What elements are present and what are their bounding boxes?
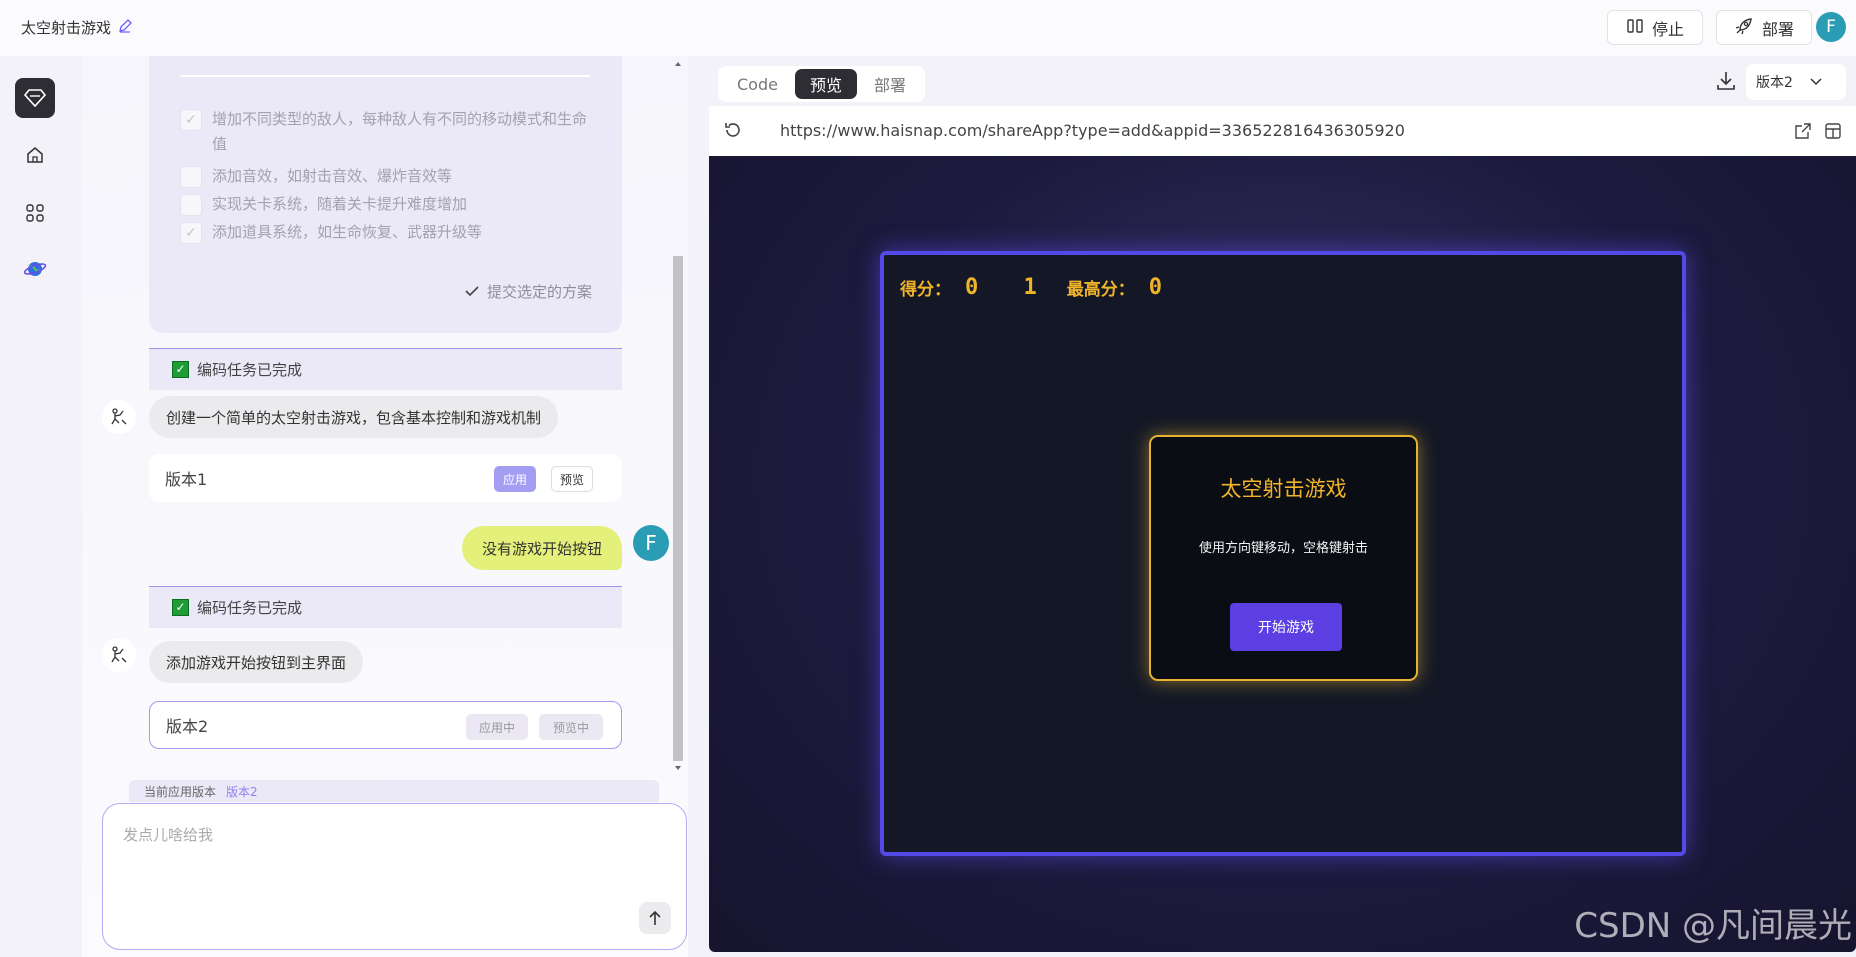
task-complete-banner: ✓ 编码任务已完成	[149, 348, 622, 390]
tab-code[interactable]: Code	[722, 69, 793, 99]
bot-message: 创建一个简单的太空射击游戏，包含基本控制和游戏机制	[149, 396, 559, 438]
version-select[interactable]: 版本2	[1746, 64, 1846, 100]
score-display: 得分： 0 1 最高分： 0	[900, 275, 1178, 300]
apply-button[interactable]: 应用中	[466, 714, 528, 740]
diamond-icon[interactable]	[15, 78, 55, 118]
chat-scrollbar[interactable]	[671, 56, 683, 776]
stop-button[interactable]: 停止	[1607, 10, 1703, 45]
check-icon	[465, 283, 479, 301]
app-title-text: 太空射击游戏	[21, 19, 112, 37]
chat-panel: ✓ 增加不同类型的敌人，每种敌人有不同的移动模式和生命值 添加音效，如射击音效、…	[82, 56, 688, 957]
user-avatar[interactable]: F	[1816, 12, 1846, 42]
scroll-down-icon[interactable]	[673, 764, 683, 772]
arrow-up-icon	[649, 910, 661, 925]
score-value: 0 1	[965, 275, 1053, 300]
tab-preview[interactable]: 预览	[794, 69, 857, 99]
address-bar: https://www.haisnap.com/shareApp?type=ad…	[709, 106, 1856, 156]
game-instructions: 使用方向键移动，空格键射击	[1198, 541, 1368, 556]
view-tabs: Code 预览 部署	[718, 66, 925, 102]
high-score-value: 0	[1148, 275, 1178, 300]
plan-item-label: 添加道具系统，如生命恢复、武器升级等	[212, 223, 483, 241]
app-title: 太空射击游戏	[21, 17, 133, 38]
version-card: 版本1 应用 预览	[149, 454, 622, 502]
version-name: 版本2	[166, 717, 209, 736]
apps-icon[interactable]	[15, 193, 55, 233]
bot-avatar	[102, 638, 136, 672]
version-select-value: 版本2	[1756, 75, 1793, 91]
pause-icon	[1626, 18, 1644, 38]
checkbox[interactable]	[180, 166, 202, 188]
refresh-icon[interactable]	[723, 120, 743, 144]
plan-item-label: 添加音效，如射击音效、爆炸音效等	[212, 167, 453, 185]
task-complete-label: 编码任务已完成	[197, 361, 303, 379]
divider	[180, 75, 590, 77]
left-rail	[0, 56, 82, 957]
url-field[interactable]: https://www.haisnap.com/shareApp?type=ad…	[762, 113, 1762, 147]
apply-button[interactable]: 应用	[494, 466, 536, 492]
current-version-bar: 当前应用版本 版本2	[129, 780, 659, 802]
task-complete-banner: ✓ 编码任务已完成	[149, 586, 622, 628]
score-label: 得分：	[900, 280, 951, 300]
plan-item[interactable]: ✓ 添加道具系统，如生命恢复、武器升级等	[180, 220, 590, 245]
high-score-label: 最高分：	[1066, 280, 1135, 300]
chevron-down-icon	[1809, 74, 1823, 90]
deploy-label: 部署	[1761, 19, 1794, 39]
preview-panel: Code 预览 部署 版本2 https://www.haisnap.com/s…	[709, 56, 1856, 957]
plan-card: ✓ 增加不同类型的敌人，每种敌人有不同的移动模式和生命值 添加音效，如射击音效、…	[149, 56, 622, 333]
scroll-thumb[interactable]	[673, 256, 683, 761]
plan-item[interactable]: 实现关卡系统，随着关卡提升难度增加	[180, 192, 590, 217]
checkbox[interactable]	[180, 194, 202, 216]
start-game-button[interactable]: 开始游戏	[1230, 603, 1342, 651]
planet-icon[interactable]	[15, 249, 55, 289]
submit-plan-label: 提交选定的方案	[486, 283, 592, 301]
game-canvas[interactable]: 得分： 0 1 最高分： 0 太空射击游戏 使用方向键移动，空格键射击 开始游戏	[880, 251, 1686, 856]
plan-item[interactable]: 添加音效，如射击音效、爆炸音效等	[180, 164, 590, 189]
download-icon[interactable]	[1715, 70, 1737, 96]
game-viewport: 得分： 0 1 最高分： 0 太空射击游戏 使用方向键移动，空格键射击 开始游戏	[709, 156, 1856, 952]
chat-input-box	[102, 803, 687, 950]
current-version-value: 版本2	[226, 784, 258, 799]
home-icon[interactable]	[15, 135, 55, 175]
submit-plan-button[interactable]: 提交选定的方案	[465, 281, 592, 302]
checkbox[interactable]: ✓	[180, 109, 202, 131]
green-check-icon: ✓	[172, 361, 189, 378]
user-avatar: F	[633, 525, 669, 561]
rocket-icon	[1734, 16, 1754, 40]
plan-item-label: 实现关卡系统，随着关卡提升难度增加	[212, 195, 468, 213]
deploy-button[interactable]: 部署	[1716, 10, 1812, 45]
scroll-up-icon[interactable]	[673, 60, 683, 68]
start-dialog: 太空射击游戏 使用方向键移动，空格键射击 开始游戏	[1149, 435, 1418, 681]
top-bar: 太空射击游戏 停止 部署 F	[0, 0, 1856, 56]
chat-input[interactable]	[123, 824, 663, 904]
preview-button[interactable]: 预览	[551, 466, 593, 492]
bot-avatar	[102, 400, 136, 434]
layout-icon[interactable]	[1824, 122, 1842, 144]
preview-button[interactable]: 预览中	[539, 714, 603, 740]
version-card: 版本2 应用中 预览中	[149, 701, 622, 749]
checkbox[interactable]: ✓	[180, 222, 202, 244]
green-check-icon: ✓	[172, 599, 189, 616]
stop-label: 停止	[1651, 19, 1684, 39]
plan-item[interactable]: ✓ 增加不同类型的敌人，每种敌人有不同的移动模式和生命值	[180, 107, 590, 157]
edit-icon[interactable]	[117, 18, 133, 38]
watermark: CSDN @凡间晨光	[1574, 906, 1852, 946]
open-external-icon[interactable]	[1794, 122, 1812, 144]
plan-item-label: 增加不同类型的敌人，每种敌人有不同的移动模式和生命值	[212, 110, 588, 153]
tab-deploy[interactable]: 部署	[859, 69, 921, 99]
current-version-label: 当前应用版本	[144, 784, 217, 799]
send-button[interactable]	[639, 902, 671, 934]
task-complete-label: 编码任务已完成	[197, 599, 303, 617]
game-title: 太空射击游戏	[1220, 477, 1347, 501]
user-message: 没有游戏开始按钮	[462, 526, 622, 570]
bot-message: 添加游戏开始按钮到主界面	[149, 641, 364, 683]
version-name: 版本1	[165, 470, 208, 489]
